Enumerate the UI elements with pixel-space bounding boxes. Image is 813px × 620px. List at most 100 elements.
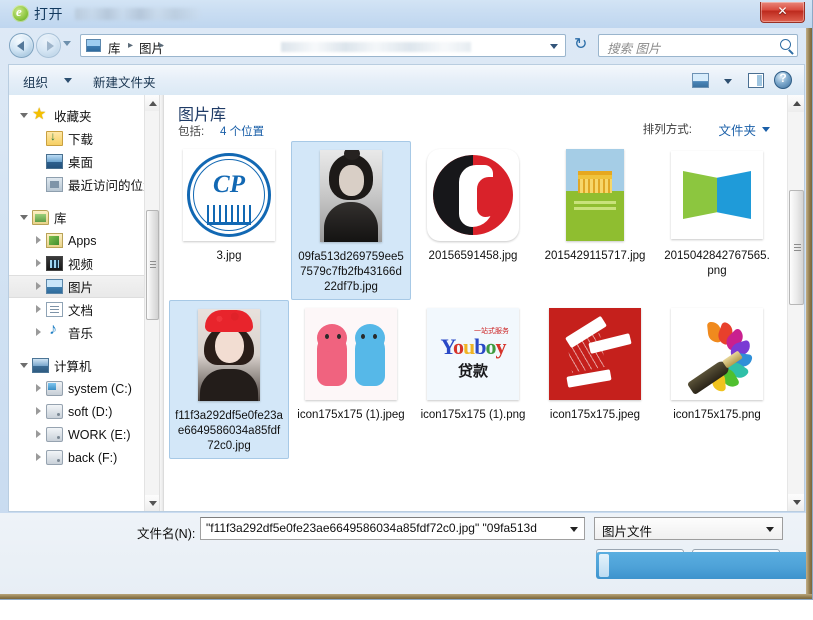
file-name-label: 3.jpg bbox=[175, 249, 283, 264]
library-header: 图片库 包括: 4 个位置 排列方式: 文件夹 bbox=[164, 95, 804, 140]
black-white-woman-portrait-photo bbox=[301, 148, 401, 244]
sidebar-item-计算机[interactable]: 计算机 bbox=[9, 354, 159, 377]
expander-closed-icon[interactable] bbox=[33, 452, 44, 463]
file-name-label: icon175x175 (1).jpeg bbox=[297, 408, 405, 423]
file-tile[interactable]: Youboy一站式服务贷款icon175x175 (1).png bbox=[413, 300, 533, 459]
breadcrumb-library[interactable]: 库 bbox=[108, 38, 121, 57]
sidebar-item-system (C:)[interactable]: system (C:) bbox=[9, 377, 159, 400]
sidebar-scrollbar[interactable] bbox=[144, 95, 159, 511]
blurred-title-suffix bbox=[75, 8, 200, 20]
preview-pane-icon[interactable] bbox=[748, 73, 764, 88]
sidebar-item-收藏夹[interactable]: 收藏夹 bbox=[9, 104, 159, 127]
file-tile[interactable]: 2015429115717.jpg bbox=[535, 141, 655, 300]
sidebar-item-图片[interactable]: 图片 bbox=[9, 275, 159, 298]
arrange-by-value[interactable]: 文件夹 bbox=[718, 120, 756, 139]
sidebar-item-下载[interactable]: 下载 bbox=[9, 127, 159, 150]
file-name-label: icon175x175.jpeg bbox=[541, 408, 649, 423]
chevron-down-icon[interactable] bbox=[762, 127, 770, 132]
organize-button[interactable]: 组织 bbox=[23, 72, 48, 91]
sidebar-item-最近访问的位置[interactable]: 最近访问的位置 bbox=[9, 173, 159, 196]
window-title: 打开 bbox=[34, 4, 63, 24]
expander-closed-icon[interactable] bbox=[33, 235, 44, 246]
filename-input[interactable]: "f11f3a292df5e0fe23ae6649586034a85fdf72c… bbox=[200, 517, 585, 540]
sidebar-item-WORK (E:)[interactable]: WORK (E:) bbox=[9, 423, 159, 446]
file-list-pane: 图片库 包括: 4 个位置 排列方式: 文件夹 CP3.jpg09fa513d2… bbox=[164, 95, 804, 511]
download-folder-icon bbox=[46, 131, 63, 146]
woman-red-knit-hat-selfie bbox=[179, 307, 279, 403]
chevron-down-icon[interactable] bbox=[64, 78, 72, 83]
desktop-background bbox=[0, 600, 813, 620]
breadcrumb-separator-icon: ▸ bbox=[159, 40, 164, 51]
includes-locations-link[interactable]: 4 个位置 bbox=[220, 123, 264, 139]
expander-closed-icon[interactable] bbox=[33, 383, 44, 394]
sidebar-item-soft (D:)[interactable]: soft (D:) bbox=[9, 400, 159, 423]
expander-closed-icon[interactable] bbox=[33, 258, 44, 269]
file-tile[interactable]: CP3.jpg bbox=[169, 141, 289, 300]
expander-open-icon[interactable] bbox=[19, 212, 30, 223]
drive-icon bbox=[46, 427, 63, 442]
file-tile[interactable]: 20156591458.jpg bbox=[413, 141, 533, 300]
sidebar-item-Apps[interactable]: Apps bbox=[9, 229, 159, 252]
chevron-down-icon[interactable] bbox=[550, 44, 558, 49]
sidebar-item-音乐[interactable]: 音乐 bbox=[9, 321, 159, 344]
close-button[interactable] bbox=[760, 2, 805, 23]
file-list-scroll-thumb[interactable] bbox=[789, 190, 804, 305]
sidebar-item-文档[interactable]: 文档 bbox=[9, 298, 159, 321]
back-button[interactable] bbox=[9, 33, 34, 58]
filename-value: "f11f3a292df5e0fe23ae6649586034a85fdf72c… bbox=[206, 521, 561, 537]
drive-icon bbox=[46, 404, 63, 419]
refresh-icon[interactable] bbox=[570, 34, 594, 57]
sidebar-item-label: soft (D:) bbox=[68, 405, 112, 419]
chevron-down-icon[interactable] bbox=[570, 527, 578, 532]
sidebar-item-库[interactable]: 库 bbox=[9, 206, 159, 229]
expander-closed-icon[interactable] bbox=[33, 327, 44, 338]
search-input[interactable]: 搜索 图片 bbox=[598, 34, 798, 57]
sidebar-item-label: 音乐 bbox=[68, 323, 93, 342]
new-folder-button[interactable]: 新建文件夹 bbox=[93, 72, 156, 91]
file-tile[interactable]: icon175x175 (1).jpeg bbox=[291, 300, 411, 459]
system-drive-icon bbox=[46, 381, 63, 396]
filetype-select[interactable]: 图片文件 bbox=[594, 517, 783, 540]
address-bar[interactable]: 库 ▸ 图片 ▸ bbox=[80, 34, 566, 57]
recent-locations-caret-icon[interactable] bbox=[63, 41, 71, 46]
sidebar-item-label: Apps bbox=[68, 234, 97, 248]
expander-closed-icon[interactable] bbox=[33, 304, 44, 315]
view-layout-icon[interactable] bbox=[692, 73, 709, 88]
file-name-label: 20156591458.jpg bbox=[419, 249, 527, 264]
file-tile[interactable]: icon175x175.png bbox=[657, 300, 777, 459]
expander-closed-icon[interactable] bbox=[33, 281, 44, 292]
desktop-icon bbox=[46, 154, 63, 169]
filename-label: 文件名(N): bbox=[137, 523, 195, 542]
scroll-up-icon[interactable] bbox=[788, 95, 804, 112]
expander-closed-icon[interactable] bbox=[33, 429, 44, 440]
apps-library-icon bbox=[46, 233, 63, 248]
expander-open-icon[interactable] bbox=[19, 360, 30, 371]
file-tile[interactable]: 09fa513d269759ee57579c7fb2fb43166d22df7b… bbox=[291, 141, 411, 300]
scroll-up-icon[interactable] bbox=[145, 95, 159, 111]
forward-button[interactable] bbox=[36, 33, 61, 58]
chevron-down-icon[interactable] bbox=[724, 79, 732, 84]
video-library-icon bbox=[46, 256, 63, 271]
nav-group-gap bbox=[9, 344, 159, 354]
file-list-scrollbar[interactable] bbox=[787, 95, 804, 511]
clipped-nav-node bbox=[33, 501, 143, 510]
sidebar-item-label: WORK (E:) bbox=[68, 428, 131, 442]
window-right-border bbox=[806, 28, 813, 594]
sidebar-item-label: 图片 bbox=[68, 277, 93, 296]
file-tile[interactable]: icon175x175.jpeg bbox=[535, 300, 655, 459]
scroll-down-icon[interactable] bbox=[145, 495, 159, 511]
expander-closed-icon[interactable] bbox=[33, 406, 44, 417]
expander-open-icon[interactable] bbox=[19, 110, 30, 121]
help-icon[interactable] bbox=[774, 71, 792, 89]
file-name-label: f11f3a292df5e0fe23ae6649586034a85fdf72c0… bbox=[175, 409, 283, 454]
sidebar-item-桌面[interactable]: 桌面 bbox=[9, 150, 159, 173]
sidebar-item-back (F:)[interactable]: back (F:) bbox=[9, 446, 159, 469]
search-placeholder: 搜索 图片 bbox=[607, 38, 660, 57]
sidebar-scroll-thumb[interactable] bbox=[146, 210, 159, 320]
ie-browser-icon bbox=[12, 5, 29, 22]
blurred-path-region bbox=[281, 42, 471, 52]
sidebar-item-视频[interactable]: 视频 bbox=[9, 252, 159, 275]
file-tile[interactable]: f11f3a292df5e0fe23ae6649586034a85fdf72c0… bbox=[169, 300, 289, 459]
scroll-down-icon[interactable] bbox=[788, 494, 804, 511]
file-tile[interactable]: 2015042842767565.png bbox=[657, 141, 777, 300]
